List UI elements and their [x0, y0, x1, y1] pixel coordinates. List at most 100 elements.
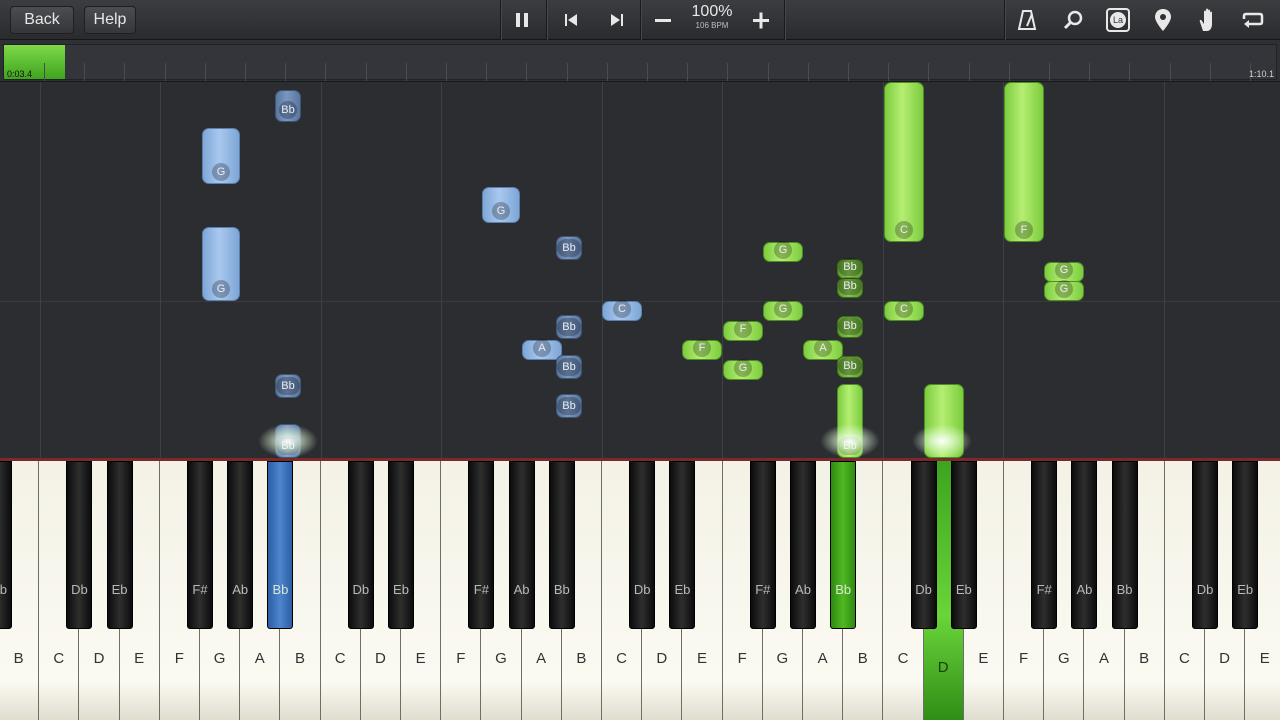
black-key[interactable]: Bb	[1111, 461, 1138, 629]
note-label: Bb	[838, 258, 862, 276]
timeline-tick	[84, 63, 86, 81]
key-label: A	[254, 650, 265, 667]
black-key[interactable]: Ab	[227, 461, 254, 629]
hand-icon[interactable]	[1192, 4, 1224, 36]
black-key[interactable]: Ab	[790, 461, 816, 629]
faster-icon[interactable]	[745, 4, 777, 36]
timeline-tick	[405, 63, 407, 81]
key-label: Bb	[272, 582, 289, 597]
slower-icon[interactable]	[647, 4, 679, 36]
key-label: F	[174, 650, 184, 667]
key-label: Db	[1196, 582, 1214, 597]
grid-line	[40, 82, 41, 458]
timeline-tick	[526, 63, 528, 81]
timeline-tick	[928, 63, 930, 81]
note-label: F	[1015, 221, 1033, 239]
falling-note: Bb	[556, 315, 582, 339]
key-label: B	[294, 650, 305, 667]
timeline-tick	[1209, 63, 1211, 81]
black-key[interactable]: Db	[910, 461, 937, 629]
falling-note: Bb	[556, 236, 582, 260]
grid-line	[722, 82, 723, 458]
black-key[interactable]: Bb	[267, 461, 294, 629]
black-key[interactable]: Ab	[1071, 461, 1098, 629]
timeline-tick	[848, 63, 849, 81]
magnifier-icon[interactable]	[1057, 4, 1089, 36]
loop-icon[interactable]	[1237, 4, 1269, 36]
key-label: B	[1139, 650, 1150, 667]
timeline-tick	[727, 63, 729, 81]
black-key[interactable]: F#	[187, 461, 213, 629]
black-key[interactable]: Db	[629, 461, 656, 629]
key-label: A	[1098, 650, 1109, 667]
key-label: Ab	[513, 582, 530, 597]
key-label: G	[495, 650, 507, 667]
key-label: C	[1178, 650, 1190, 667]
note-label: Bb	[279, 101, 297, 119]
black-key[interactable]: F#	[749, 461, 776, 629]
falling-note: Bb	[275, 374, 301, 398]
timeline-tick	[245, 63, 246, 81]
note-label: G	[492, 202, 510, 220]
black-key[interactable]: Eb	[388, 461, 414, 629]
key-label: C	[53, 650, 65, 667]
black-key[interactable]: F#	[1031, 461, 1058, 629]
note-label: F	[693, 339, 711, 357]
key-label: Bb	[0, 582, 7, 597]
timeline-tick	[687, 63, 689, 81]
piano-keyboard: B C D E F G A B C D E F G A B C D E F G A B C D E F G A B C D E Bb Db Eb F…	[0, 458, 1280, 720]
grid-line	[321, 82, 322, 458]
song-timeline[interactable]: 0:03.4 1:10.1	[0, 40, 1280, 82]
black-key[interactable]: Eb	[106, 461, 133, 629]
black-key[interactable]: Eb	[669, 461, 696, 629]
synthesia-player: Back Help 100% 106 BPM La 0:03.4 1:10.1 …	[0, 0, 1280, 720]
black-key[interactable]: Bb	[0, 461, 12, 629]
toolbar: Back Help 100% 106 BPM La	[0, 0, 1280, 40]
note-labels-icon[interactable]: La	[1102, 4, 1134, 36]
black-key[interactable]: Db	[1192, 461, 1218, 629]
falling-note: F	[682, 339, 722, 360]
black-key[interactable]: Bb	[830, 461, 857, 629]
grid-line	[441, 82, 442, 458]
falling-notes-area: Bb G G G Bb Bb A Bb C Bb Bb Bb C F G Bb …	[0, 82, 1280, 458]
black-key[interactable]: Eb	[1232, 461, 1259, 629]
timeline-tick	[888, 63, 890, 81]
note-label: Bb	[838, 317, 862, 335]
key-label: Db	[915, 582, 932, 597]
timeline-tick	[647, 63, 648, 81]
key-label: F	[1019, 650, 1029, 667]
note-label: G	[1055, 261, 1073, 279]
black-key[interactable]: Db	[66, 461, 93, 629]
black-key[interactable]: Ab	[508, 461, 535, 629]
key-label: C	[334, 650, 346, 667]
timeline-track[interactable]	[3, 44, 1277, 81]
grid-line	[1164, 82, 1165, 458]
key-label: Eb	[111, 582, 128, 597]
pause-icon[interactable]	[506, 4, 538, 36]
marker-icon[interactable]	[1147, 4, 1179, 36]
black-key[interactable]: Eb	[950, 461, 977, 629]
falling-note: G	[763, 241, 803, 262]
skip-back-icon[interactable]	[555, 4, 587, 36]
falling-note: Bb	[837, 316, 863, 338]
black-key[interactable]: Bb	[548, 461, 575, 629]
key-hit-glow	[912, 424, 972, 458]
metronome-icon[interactable]	[1011, 4, 1043, 36]
note-label: G	[212, 280, 230, 298]
note-label: A	[533, 339, 551, 357]
black-key[interactable]: Db	[347, 461, 374, 629]
help-button[interactable]: Help	[84, 6, 136, 34]
toolbar-divider	[640, 0, 641, 40]
note-label: Bb	[838, 357, 862, 375]
back-button[interactable]: Back	[10, 6, 74, 34]
timeline-tick	[285, 63, 287, 81]
key-label: Db	[633, 582, 651, 597]
skip-forward-icon[interactable]	[601, 4, 633, 36]
key-label: Db	[71, 582, 88, 597]
key-label: Bb	[1116, 582, 1133, 597]
black-key[interactable]: F#	[468, 461, 495, 629]
timeline-tick	[1129, 63, 1131, 81]
falling-note: G	[1044, 261, 1084, 282]
note-label: C	[895, 221, 913, 239]
timeline-tick	[365, 63, 367, 81]
